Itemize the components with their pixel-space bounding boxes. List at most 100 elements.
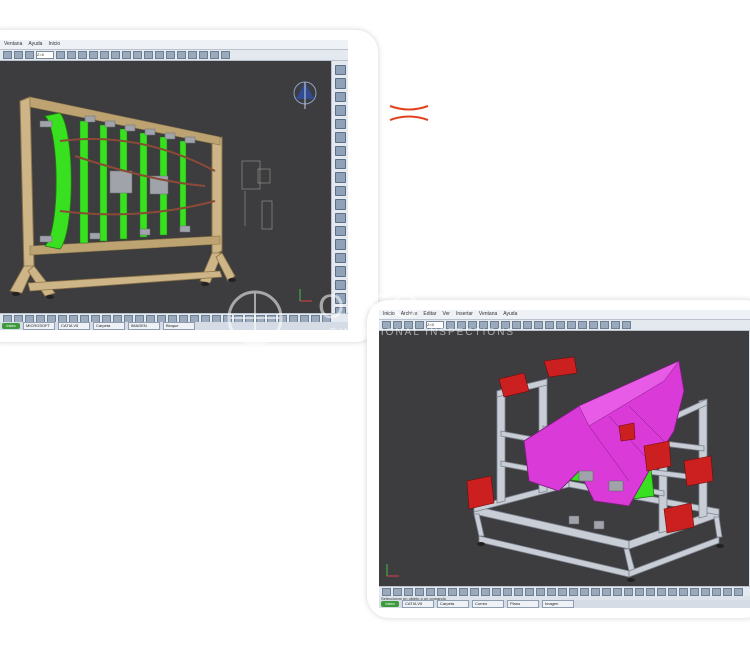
toolbar-button[interactable]	[67, 51, 76, 59]
toolbar-button[interactable]	[437, 587, 446, 596]
toolbar-button[interactable]	[567, 321, 576, 329]
toolbar-button[interactable]	[602, 587, 611, 596]
tool-button[interactable]	[334, 252, 346, 264]
toolbar-button[interactable]	[199, 51, 208, 59]
tool-button[interactable]	[334, 172, 346, 183]
3d-viewport-top[interactable]	[0, 61, 332, 313]
taskbar-item[interactable]: Carpeta	[93, 322, 125, 330]
tool-button[interactable]	[334, 78, 346, 89]
toolbar-button[interactable]	[690, 587, 699, 596]
tool-button[interactable]	[334, 105, 346, 116]
toolbar-button[interactable]	[591, 587, 600, 596]
toolbar-button[interactable]	[622, 321, 631, 329]
toolbar-button[interactable]	[589, 321, 598, 329]
toolbar-button[interactable]	[122, 51, 131, 59]
tool-button[interactable]	[334, 266, 346, 277]
taskbar-item[interactable]: Bloque	[163, 322, 195, 330]
toolbar-button[interactable]	[100, 51, 109, 59]
toolbar-button[interactable]	[221, 51, 230, 59]
toolbar-button[interactable]	[14, 51, 23, 59]
toolbar-button[interactable]	[78, 51, 87, 59]
tool-button[interactable]	[334, 226, 346, 237]
toolbar-button[interactable]	[448, 587, 457, 596]
fixture-model-wood	[9, 81, 317, 302]
toolbar-button[interactable]	[404, 587, 413, 596]
menu-item[interactable]: Ventana	[4, 40, 22, 49]
toolbar-button[interactable]	[679, 587, 688, 596]
toolbar-button[interactable]	[646, 587, 655, 596]
toolbar-button[interactable]	[514, 587, 523, 596]
toolbar-button[interactable]	[624, 587, 633, 596]
taskbar-item[interactable]: IMAGEN	[128, 322, 160, 330]
coordinate-field[interactable]: Z=0	[36, 51, 54, 59]
taskbar-item[interactable]: Carpeta	[437, 600, 469, 608]
taskbar-item[interactable]: Plano	[507, 600, 539, 608]
tool-button[interactable]	[334, 185, 346, 197]
toolbar-button[interactable]	[547, 587, 556, 596]
toolbar-button[interactable]	[580, 587, 589, 596]
toolbar-button[interactable]	[111, 51, 120, 59]
toolbar-button[interactable]	[712, 587, 721, 596]
tool-button[interactable]	[334, 118, 346, 130]
taskbar-item[interactable]: Correo	[472, 600, 504, 608]
menu-item[interactable]: Inicio	[48, 40, 60, 49]
taskbar-item[interactable]: Imagen	[542, 600, 574, 608]
toolbar-button[interactable]	[668, 587, 677, 596]
toolbar-button[interactable]	[536, 587, 545, 596]
menu-item[interactable]: Ayuda	[28, 40, 42, 49]
toolbar-button[interactable]	[133, 51, 142, 59]
toolbar-button[interactable]	[657, 587, 666, 596]
toolbar-button[interactable]	[393, 587, 402, 596]
toolbar-button[interactable]	[144, 51, 153, 59]
toolbar-top: Z=0	[0, 50, 348, 61]
toolbar-button[interactable]	[155, 51, 164, 59]
toolbar-button[interactable]	[556, 321, 565, 329]
toolbar-button[interactable]	[459, 587, 468, 596]
toolbar-button[interactable]	[415, 587, 424, 596]
toolbar-button[interactable]	[600, 321, 609, 329]
toolbar-button[interactable]	[525, 587, 534, 596]
toolbar-button[interactable]	[613, 587, 622, 596]
toolbar-button[interactable]	[426, 587, 435, 596]
toolbar-button[interactable]	[188, 51, 197, 59]
toolbar-button[interactable]	[492, 587, 501, 596]
toolbar-button[interactable]	[3, 51, 12, 59]
toolbar-button[interactable]	[611, 321, 620, 329]
start-button[interactable]: Inicio	[2, 323, 20, 329]
toolbar-button[interactable]	[545, 321, 554, 329]
tool-button[interactable]	[334, 199, 346, 210]
tool-button[interactable]	[334, 212, 346, 224]
toolbar-button[interactable]	[569, 587, 578, 596]
toolbar-button[interactable]	[56, 51, 65, 59]
tool-button[interactable]	[334, 145, 346, 156]
toolbar-button[interactable]	[481, 587, 490, 596]
os-taskbar-bottom: Inicio CATIA V5 Carpeta Correo Plano Ima…	[379, 600, 750, 608]
toolbar-button[interactable]	[166, 51, 175, 59]
toolbar-button[interactable]	[558, 587, 567, 596]
taskbar-item[interactable]: MICROSOFT	[23, 322, 55, 330]
toolbar-button[interactable]	[25, 51, 34, 59]
taskbar-item[interactable]: CATIA V5	[402, 600, 434, 608]
bottom-toolbar-bottom	[379, 586, 750, 596]
toolbar-button[interactable]	[534, 321, 543, 329]
tool-button[interactable]	[334, 158, 346, 170]
toolbar-button[interactable]	[210, 51, 219, 59]
toolbar-button[interactable]	[503, 587, 512, 596]
tool-button[interactable]	[334, 239, 346, 250]
toolbar-button[interactable]	[635, 587, 644, 596]
toolbar-button[interactable]	[701, 587, 710, 596]
toolbar-button[interactable]	[89, 51, 98, 59]
close-icon[interactable]	[388, 102, 430, 124]
toolbar-button[interactable]	[470, 587, 479, 596]
3d-viewport-bottom[interactable]	[379, 331, 749, 586]
toolbar-button[interactable]	[734, 587, 743, 596]
toolbar-button[interactable]	[382, 587, 391, 596]
taskbar-item[interactable]: CATIA V5	[58, 322, 90, 330]
toolbar-button[interactable]	[177, 51, 186, 59]
toolbar-button[interactable]	[578, 321, 587, 329]
tool-button[interactable]	[334, 132, 346, 143]
tool-button[interactable]	[334, 91, 346, 103]
toolbar-button[interactable]	[723, 587, 732, 596]
start-button[interactable]: Inicio	[381, 601, 399, 607]
tool-button[interactable]	[334, 65, 346, 76]
